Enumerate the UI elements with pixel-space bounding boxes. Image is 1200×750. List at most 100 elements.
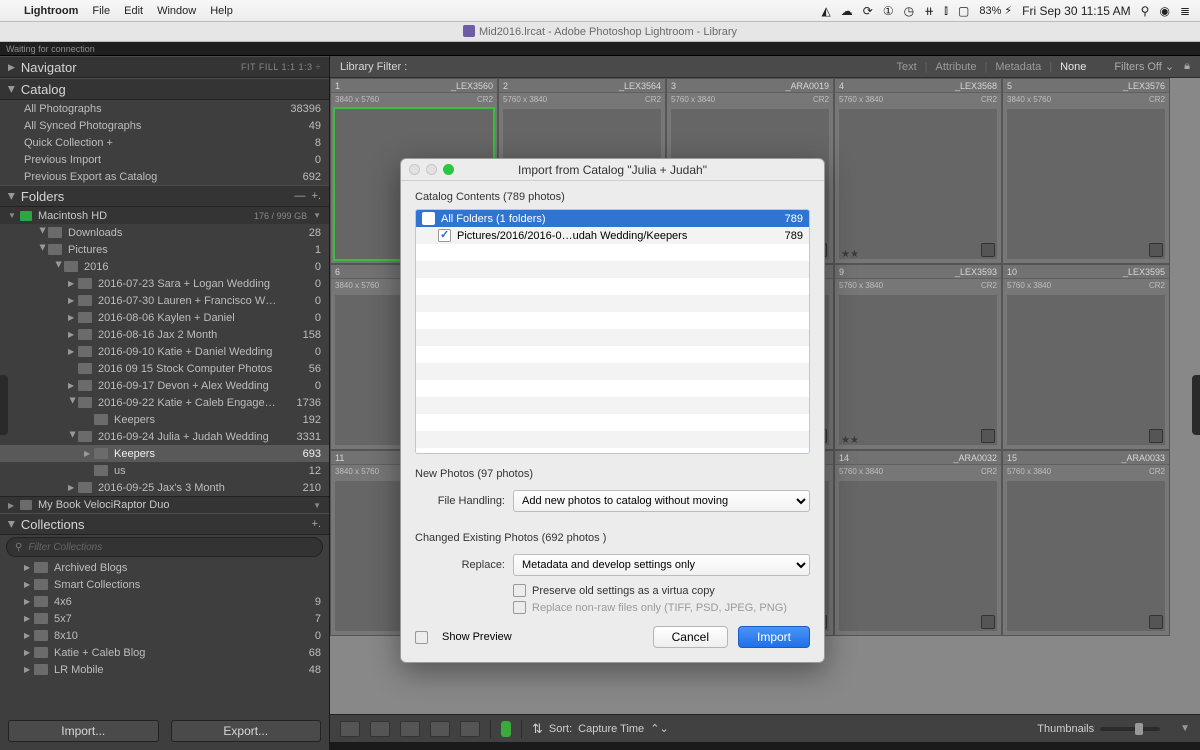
star-rating[interactable]: ★★: [841, 435, 859, 446]
window-close-icon[interactable]: [409, 164, 420, 175]
folder-item[interactable]: ▶2016-07-23 Sara + Logan Wedding0: [0, 275, 329, 292]
view-people-icon[interactable]: [460, 721, 480, 737]
thumbnail-badge-icon[interactable]: [981, 615, 995, 629]
window-minimize-icon[interactable]: [426, 164, 437, 175]
left-panel-toggle[interactable]: [0, 375, 8, 435]
thumbnail[interactable]: [839, 481, 997, 631]
filter-tab-text[interactable]: Text: [896, 61, 916, 73]
collection-item[interactable]: ▶Katie + Caleb Blog68: [0, 644, 329, 661]
collection-item[interactable]: ▶5x77: [0, 610, 329, 627]
folder-item[interactable]: ▶2016-08-06 Kaylen + Daniel0: [0, 309, 329, 326]
filter-tab-attribute[interactable]: Attribute: [936, 61, 977, 73]
thumbnail[interactable]: [1007, 481, 1165, 631]
navigator-header[interactable]: ▶Navigator FIT FILL 1:1 1:3 ÷: [0, 56, 329, 78]
checkbox[interactable]: [438, 229, 451, 242]
thumbnail-size-slider[interactable]: [1100, 727, 1160, 731]
collections-header[interactable]: ▶Collections +.: [0, 513, 329, 535]
collection-item[interactable]: ▶Smart Collections: [0, 576, 329, 593]
sort-dropdown[interactable]: Capture Time ⌃⌄: [578, 722, 669, 735]
collections-search[interactable]: ⚲ Filter Collections: [6, 537, 323, 557]
replace-select[interactable]: Metadata and develop settings only: [513, 554, 810, 576]
checkbox[interactable]: [422, 212, 435, 225]
folder-row-all[interactable]: All Folders (1 folders) 789: [416, 210, 809, 227]
thumbnail-badge-icon[interactable]: [1149, 243, 1163, 257]
menu-file[interactable]: File: [92, 5, 110, 17]
notification-icon[interactable]: ≣: [1180, 4, 1190, 18]
wifi-icon[interactable]: ⫾: [944, 3, 948, 18]
folder-item[interactable]: ▶Keepers693: [0, 445, 329, 462]
thumbnail-badge-icon[interactable]: [981, 243, 995, 257]
star-rating[interactable]: ★★: [841, 249, 859, 260]
grid-cell[interactable]: 9_LEX3593 5760 x 3840CR2 ★★: [834, 264, 1002, 450]
collection-item[interactable]: ▶4x69: [0, 593, 329, 610]
siri-icon[interactable]: ◉: [1159, 4, 1169, 18]
airplay-icon[interactable]: ▢: [958, 4, 969, 18]
view-compare-icon[interactable]: [400, 721, 420, 737]
battery-status[interactable]: 83% ⚡︎: [979, 4, 1012, 17]
thumbnail[interactable]: [1007, 295, 1165, 445]
disk-macintosh-hd[interactable]: ▼ Macintosh HD 176 / 999 GB▼: [0, 207, 329, 224]
view-grid-icon[interactable]: [340, 721, 360, 737]
collection-item[interactable]: ▶Archived Blogs: [0, 559, 329, 576]
collection-item[interactable]: ▶8x100: [0, 627, 329, 644]
folder-item[interactable]: ▶2016-09-22 Katie + Caleb Engage…1736: [0, 394, 329, 411]
filmstrip-collapsed[interactable]: [330, 742, 1200, 750]
spotlight-icon[interactable]: ⚲: [1141, 4, 1150, 18]
timemachine-icon[interactable]: ◷: [904, 4, 914, 18]
right-panel-toggle[interactable]: [1192, 375, 1200, 435]
grid-cell[interactable]: 15_ARA0033 5760 x 3840CR2: [1002, 450, 1170, 636]
toolbar-menu-icon[interactable]: ▼: [1180, 723, 1190, 734]
lock-icon[interactable]: 🔒︎: [1184, 60, 1190, 73]
bluetooth-icon[interactable]: ⧺: [924, 4, 934, 18]
grid-cell[interactable]: 10_LEX3595 5760 x 3840CR2: [1002, 264, 1170, 450]
circle-icon[interactable]: ①: [883, 4, 894, 18]
cancel-button[interactable]: Cancel: [653, 626, 728, 648]
export-button[interactable]: Export...: [171, 720, 322, 742]
catalog-item[interactable]: Previous Import0: [0, 151, 329, 168]
cc-icon[interactable]: ☁︎: [841, 4, 853, 18]
grid-cell[interactable]: 5_LEX3576 3840 x 5760CR2: [1002, 78, 1170, 264]
show-preview-checkbox[interactable]: [415, 631, 428, 644]
thumbnail-badge-icon[interactable]: [1149, 615, 1163, 629]
grid-cell[interactable]: 4_LEX3568 5760 x 3840CR2 ★★: [834, 78, 1002, 264]
filter-tab-metadata[interactable]: Metadata: [995, 61, 1041, 73]
folder-row-keepers[interactable]: Pictures/2016/2016-0…udah Wedding/Keeper…: [416, 227, 809, 244]
folder-item[interactable]: ▶Downloads28: [0, 224, 329, 241]
folders-header[interactable]: ▶Folders — +.: [0, 185, 329, 207]
thumbnail[interactable]: [839, 295, 997, 445]
grid-cell[interactable]: 14_ARA0032 5760 x 3840CR2: [834, 450, 1002, 636]
painter-tool-icon[interactable]: [501, 721, 511, 737]
sort-direction-icon[interactable]: ⇅: [532, 721, 543, 737]
thumbnail[interactable]: [1007, 109, 1165, 259]
window-zoom-icon[interactable]: [443, 164, 454, 175]
view-survey-icon[interactable]: [430, 721, 450, 737]
folder-item[interactable]: 2016 09 15 Stock Computer Photos56: [0, 360, 329, 377]
import-confirm-button[interactable]: Import: [738, 626, 810, 648]
folder-item[interactable]: ▶2016-09-17 Devon + Alex Wedding0: [0, 377, 329, 394]
thumbnail-badge-icon[interactable]: [1149, 429, 1163, 443]
folder-item[interactable]: ▶2016-09-25 Jax's 3 Month210: [0, 479, 329, 496]
filters-off-menu[interactable]: Filters Off ⌄: [1114, 60, 1174, 73]
view-loupe-icon[interactable]: [370, 721, 390, 737]
folder-item[interactable]: ▶2016-09-24 Julia + Judah Wedding3331: [0, 428, 329, 445]
menu-help[interactable]: Help: [210, 5, 233, 17]
folder-item[interactable]: ▶Pictures1: [0, 241, 329, 258]
folder-item[interactable]: ▶2016-08-16 Jax 2 Month158: [0, 326, 329, 343]
folder-item[interactable]: us12: [0, 462, 329, 479]
file-handling-select[interactable]: Add new photos to catalog without moving: [513, 490, 810, 512]
menu-edit[interactable]: Edit: [124, 5, 143, 17]
clock[interactable]: Fri Sep 30 11:15 AM: [1022, 4, 1131, 18]
thumbnail[interactable]: [839, 109, 997, 259]
folder-item[interactable]: Keepers192: [0, 411, 329, 428]
sync-icon[interactable]: ⟳: [863, 4, 873, 18]
preserve-old-settings-checkbox[interactable]: Preserve old settings as a virtua copy: [401, 582, 824, 599]
import-button[interactable]: Import...: [8, 720, 159, 742]
disk-mybook[interactable]: ▶ My Book VelociRaptor Duo▼: [0, 496, 329, 513]
menubar-app-name[interactable]: Lightroom: [24, 5, 78, 17]
catalog-item[interactable]: All Synced Photographs49: [0, 117, 329, 134]
menu-window[interactable]: Window: [157, 5, 196, 17]
catalog-item[interactable]: Quick Collection +8: [0, 134, 329, 151]
catalog-contents-list[interactable]: All Folders (1 folders) 789 Pictures/201…: [415, 209, 810, 454]
folder-item[interactable]: ▶2016-07-30 Lauren + Francisco W…0: [0, 292, 329, 309]
catalog-item[interactable]: Previous Export as Catalog692: [0, 168, 329, 185]
